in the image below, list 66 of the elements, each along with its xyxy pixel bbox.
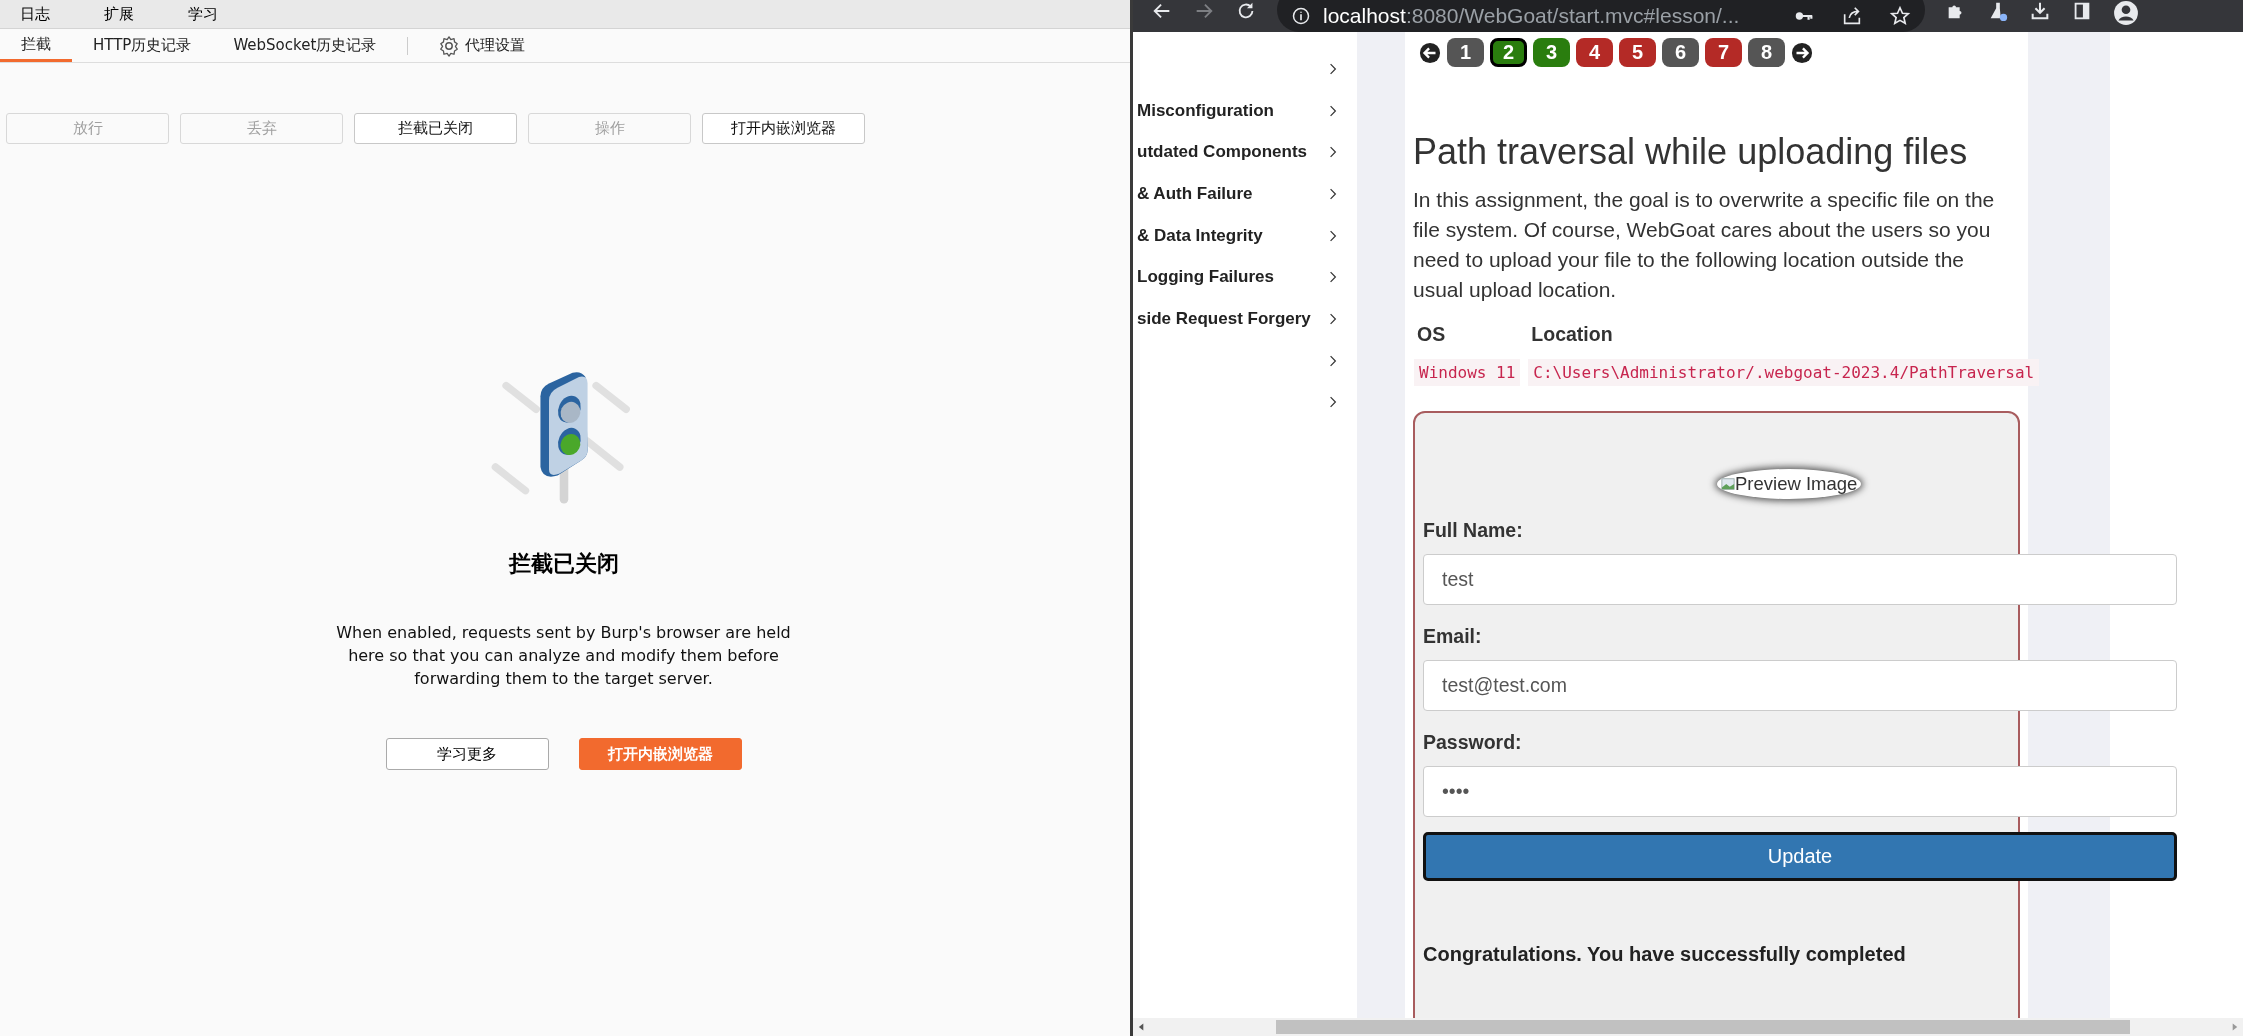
category-label[interactable]: Logging Failures bbox=[1137, 267, 1274, 288]
category-label[interactable]: & Data Integrity bbox=[1137, 225, 1263, 246]
page-button[interactable]: 6 bbox=[1662, 38, 1699, 67]
broken-image-icon bbox=[1721, 477, 1735, 491]
image-alt-text: Preview Image bbox=[1735, 473, 1858, 495]
lesson-category[interactable]: side Request Forgery bbox=[1133, 298, 1357, 340]
field-label: Full Name: bbox=[1423, 519, 1524, 542]
page-button[interactable]: 5 bbox=[1619, 38, 1656, 67]
menu-item[interactable]: 日志 bbox=[20, 4, 50, 24]
field-label: Email: bbox=[1423, 625, 1483, 648]
code-text: C:\Users\Administrator/.webgoat-2023.4/PathTraversal bbox=[1528, 359, 2040, 386]
toolbar-button[interactable]: 拦截已关闭 bbox=[354, 113, 517, 144]
menu-item[interactable]: 扩展 bbox=[104, 4, 134, 24]
page-button[interactable]: 4 bbox=[1576, 38, 1613, 67]
menu-item[interactable]: 学习 bbox=[188, 4, 218, 24]
lesson-category[interactable]: & Auth Failure bbox=[1133, 173, 1357, 215]
address-bar[interactable]: localhost:8080/WebGoat/start.mvc#lesson/... bbox=[1277, 0, 1925, 32]
lesson-category[interactable]: Misconfiguration bbox=[1133, 89, 1357, 132]
download-icon[interactable] bbox=[2029, 0, 2051, 22]
tab[interactable]: 拦截 bbox=[0, 29, 72, 62]
input-field[interactable]: test@test.com bbox=[1423, 660, 2177, 711]
page-button[interactable]: 2 bbox=[1490, 38, 1527, 67]
chevron-icon bbox=[1329, 312, 1337, 325]
chevron-icon bbox=[1329, 396, 1337, 409]
chevron-icon bbox=[1329, 104, 1337, 117]
horizontal-scrollbar[interactable] bbox=[1133, 1018, 2243, 1036]
toolbar-button[interactable]: 打开内嵌浏览器 bbox=[702, 113, 865, 144]
info-icon[interactable] bbox=[1291, 6, 1311, 26]
input-field[interactable]: test bbox=[1423, 554, 2177, 605]
success-message: Congratulations. You have successfully completed bbox=[1423, 943, 1907, 966]
profile-icon[interactable] bbox=[2113, 0, 2139, 26]
chevron-icon bbox=[1329, 62, 1337, 75]
lesson-category[interactable]: utdated Components bbox=[1133, 131, 1357, 174]
page-button[interactable]: 7 bbox=[1705, 38, 1742, 67]
page-button[interactable]: 8 bbox=[1748, 38, 1785, 67]
empty-state-title: 拦截已关闭 bbox=[508, 550, 619, 578]
field-label: Password: bbox=[1423, 731, 1523, 754]
column-header: OS bbox=[1416, 323, 1447, 346]
lesson-category[interactable]: Logging Failures bbox=[1133, 256, 1357, 299]
tab[interactable]: HTTP历史记录 bbox=[72, 29, 213, 62]
lesson-title: Path traversal while uploading files bbox=[1413, 131, 1969, 173]
page-button[interactable]: 3 bbox=[1533, 38, 1570, 67]
chevron-icon bbox=[1329, 187, 1337, 200]
column-header: Location bbox=[1530, 323, 1614, 346]
chevron-icon bbox=[1329, 229, 1337, 242]
chevron-icon bbox=[1329, 271, 1337, 284]
empty-state-description: When enabled, requests sent by Burp's browser are held here so that you can analyze and modify them before forwarding them to the target server. bbox=[335, 622, 792, 690]
share-icon[interactable] bbox=[1841, 5, 1863, 27]
code-text: Windows 11 bbox=[1414, 359, 1521, 386]
page-button[interactable]: 1 bbox=[1447, 38, 1484, 67]
category-label[interactable]: side Request Forgery bbox=[1137, 308, 1311, 329]
category-label[interactable]: Misconfiguration bbox=[1137, 100, 1274, 121]
tab[interactable]: WebSocket历史记录 bbox=[212, 29, 398, 62]
settings-icon[interactable] bbox=[438, 34, 461, 57]
learn-more-button[interactable]: 学习更多 bbox=[385, 738, 549, 770]
lesson-category[interactable]: & Data Integrity bbox=[1133, 214, 1357, 257]
category-label[interactable]: utdated Components bbox=[1137, 142, 1307, 163]
star-icon[interactable] bbox=[1889, 5, 1911, 27]
lesson-intro: In this assignment, the goal is to overwrite a specific file on the file system. Of course, WebGoat cares about the users so you need to upload your file to the following location outside the usual upload location. bbox=[1413, 187, 1996, 303]
update-button[interactable]: Update bbox=[1423, 832, 2177, 881]
category-label[interactable]: & Auth Failure bbox=[1137, 183, 1253, 204]
url-text: localhost:8080/WebGoat/start.mvc#lesson/... bbox=[1323, 4, 1741, 28]
proxy-settings-tab[interactable]: 代理设置 bbox=[444, 29, 547, 62]
input-field[interactable]: •••• bbox=[1423, 766, 2177, 817]
chevron-icon bbox=[1329, 354, 1337, 367]
chevron-icon bbox=[1329, 146, 1337, 159]
